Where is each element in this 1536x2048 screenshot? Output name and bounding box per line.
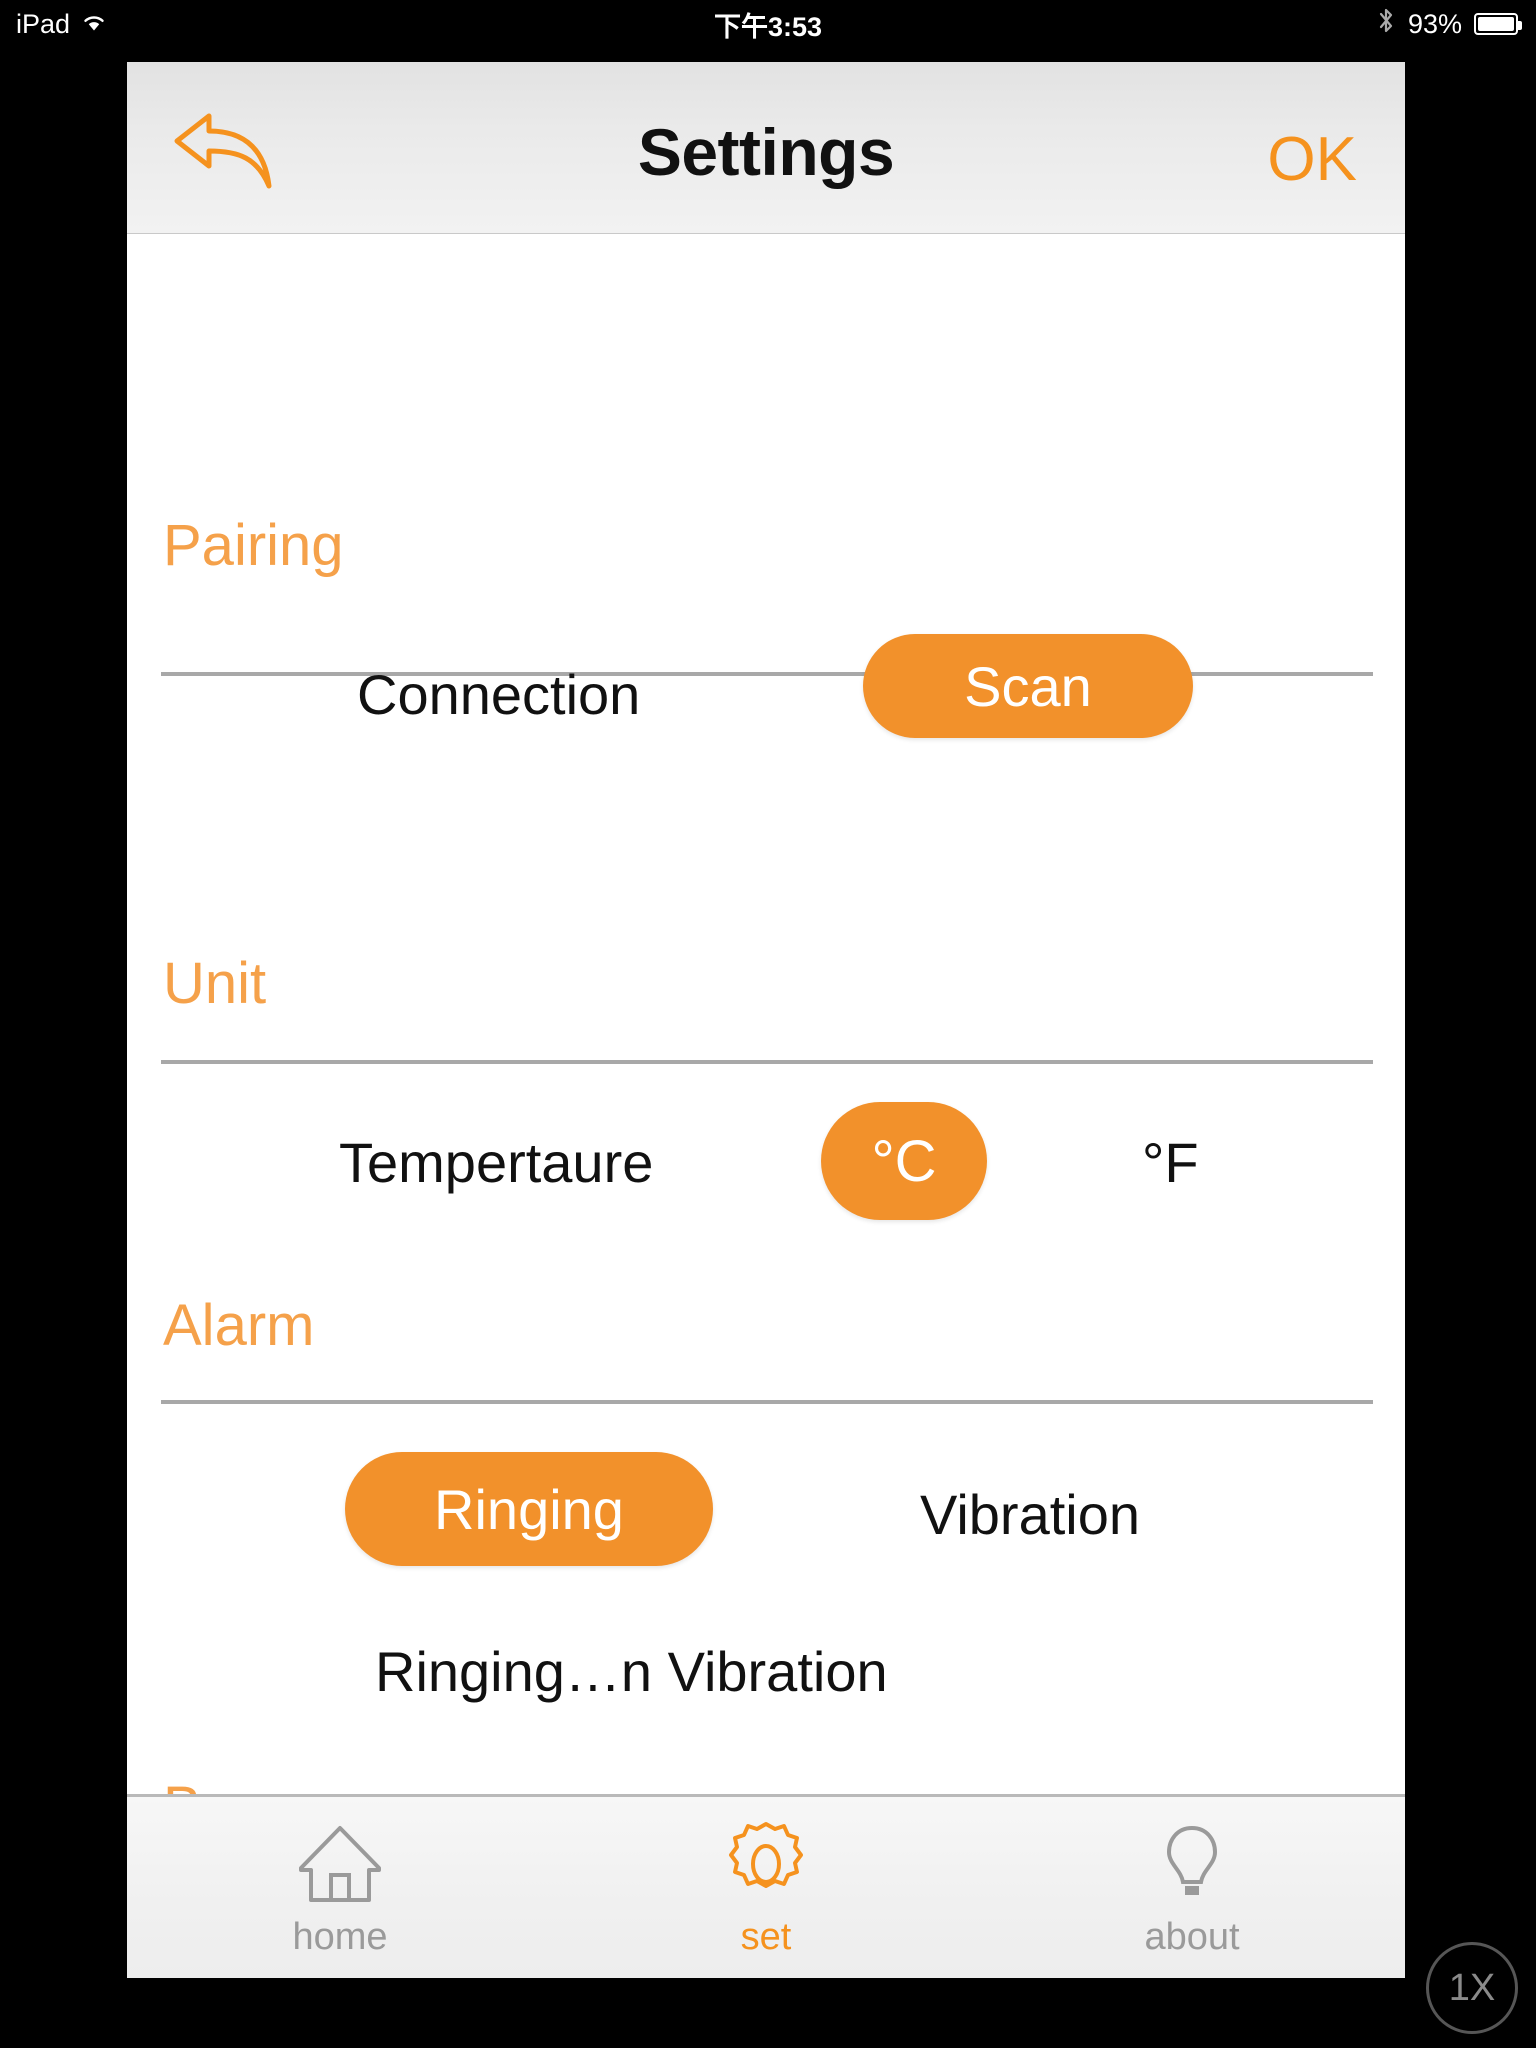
ok-button[interactable]: OK <box>1267 124 1357 195</box>
ios-status-bar: iPad 下午3:53 93% <box>0 0 1536 48</box>
vibration-option[interactable]: Vibration <box>920 1482 1140 1547</box>
divider-alarm <box>161 1400 1373 1404</box>
scan-button[interactable]: Scan <box>863 634 1193 738</box>
zoom-level-badge[interactable]: 1X <box>1426 1942 1518 2034</box>
section-header-pairing: Pairing <box>163 513 344 578</box>
home-icon <box>293 1816 387 1912</box>
celsius-option[interactable]: °C <box>821 1102 987 1220</box>
battery-percent-label: 93% <box>1407 8 1462 39</box>
tab-home-label: home <box>292 1916 388 1958</box>
section-header-unit: Unit <box>163 951 267 1016</box>
lightbulb-icon <box>1156 1816 1228 1912</box>
tab-about[interactable]: about <box>979 1797 1405 1978</box>
navigation-bar: Settings OK <box>127 62 1405 234</box>
settings-content: Pairing Connection Scan Unit Tempertaure… <box>127 234 1405 1978</box>
app-window: Settings OK Pairing Connection Scan Unit… <box>127 62 1405 1978</box>
ringing-option[interactable]: Ringing <box>345 1452 713 1566</box>
status-bar-right: 93% <box>1376 6 1522 43</box>
tab-home[interactable]: home <box>127 1797 553 1978</box>
section-header-alarm: Alarm <box>163 1293 315 1358</box>
page-title: Settings <box>637 115 895 189</box>
battery-icon <box>1474 13 1522 35</box>
tab-set-label: set <box>740 1916 792 1958</box>
status-bar-clock: 下午3:53 <box>713 11 823 42</box>
gear-icon <box>722 1816 810 1912</box>
tab-set[interactable]: set <box>553 1797 979 1978</box>
tab-about-label: about <box>1144 1916 1240 1958</box>
temperature-label: Tempertaure <box>339 1131 654 1194</box>
bottom-tab-bar: home set about <box>127 1794 1405 1978</box>
bluetooth-icon <box>1376 6 1396 43</box>
ringing-and-vibration-option[interactable]: Ringing…n Vibration <box>375 1639 888 1704</box>
connection-label: Connection <box>357 663 641 726</box>
fahrenheit-option[interactable]: °F <box>1142 1130 1199 1195</box>
divider-unit <box>161 1060 1373 1064</box>
